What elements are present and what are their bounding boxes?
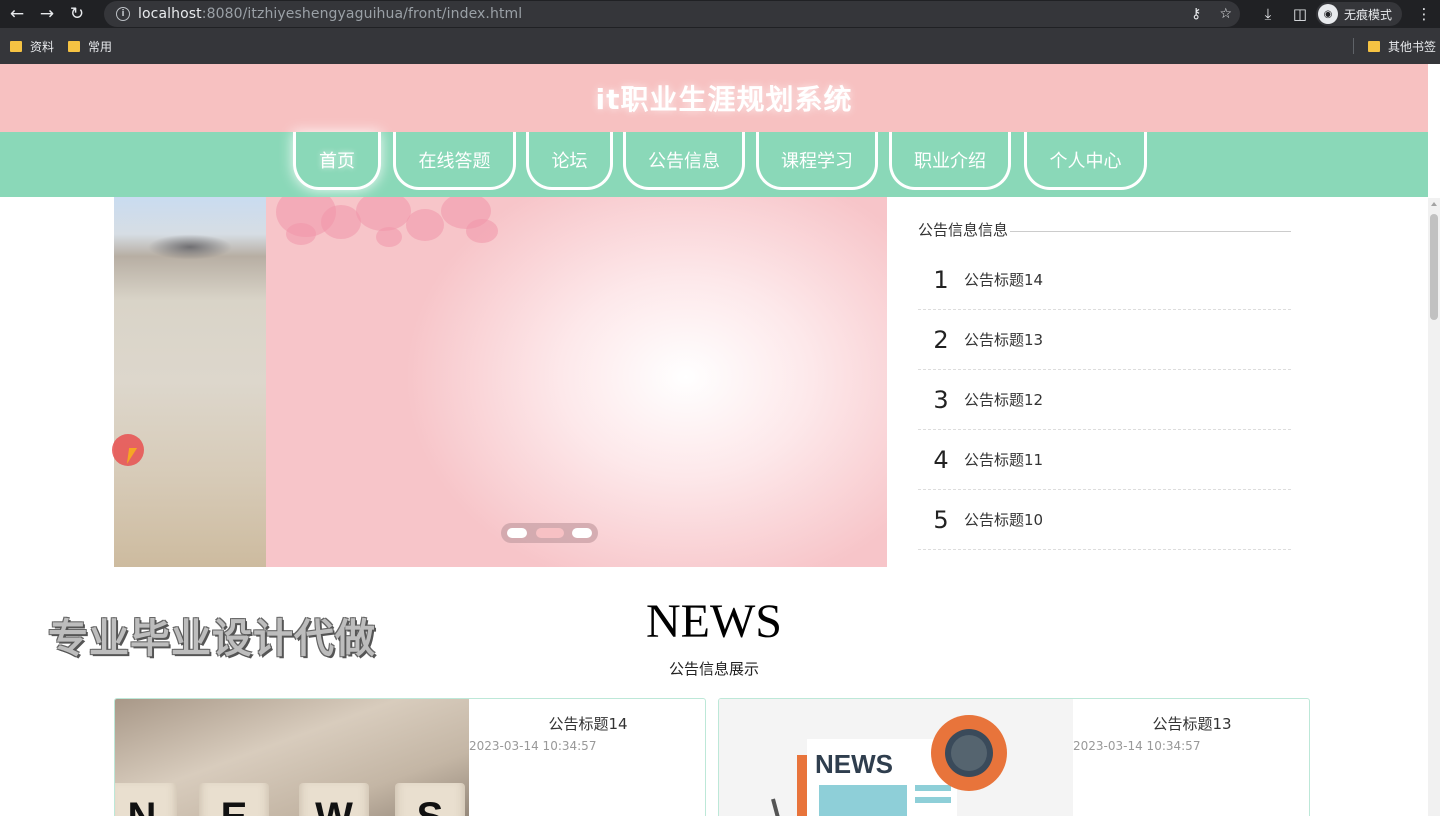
banner-slide-image bbox=[114, 197, 266, 567]
heading-divider bbox=[1010, 231, 1291, 232]
list-item[interactable]: 5 公告标题10 bbox=[918, 490, 1291, 550]
scroll-up-icon[interactable] bbox=[1431, 202, 1437, 206]
address-bar[interactable]: i localhost:8080/itzhiyeshengyaguihua/fr… bbox=[104, 1, 1240, 27]
nav-item-courses[interactable]: 课程学习 bbox=[756, 132, 878, 190]
bookmarks-bar: 资料 常用 其他书签 bbox=[0, 28, 1440, 64]
nav-item-careers[interactable]: 职业介绍 bbox=[889, 132, 1011, 190]
notice-heading: 公告信息信息 bbox=[918, 219, 1291, 240]
reload-icon[interactable]: ↻ bbox=[62, 0, 92, 28]
news-card-image[interactable]: NEWS bbox=[719, 699, 1073, 816]
nav-item-online-quiz[interactable]: 在线答题 bbox=[393, 132, 516, 190]
list-item[interactable]: 4 公告标题11 bbox=[918, 430, 1291, 490]
watermark: 专业毕业设计代做 bbox=[48, 616, 376, 662]
news-card[interactable]: NEWS 公告标题13 2023-03-14 10:34:57 bbox=[718, 698, 1310, 816]
notice-number: 5 bbox=[933, 505, 949, 534]
download-icon[interactable]: ⤓ bbox=[1252, 5, 1284, 23]
notice-number: 4 bbox=[933, 445, 949, 474]
menu-icon[interactable]: ⋮ bbox=[1408, 5, 1440, 23]
nav-item-notices[interactable]: 公告信息 bbox=[623, 132, 745, 190]
carousel-dot[interactable] bbox=[507, 528, 527, 538]
list-item[interactable]: 2 公告标题13 bbox=[918, 310, 1291, 370]
key-icon[interactable]: ⚷ bbox=[1191, 6, 1201, 22]
side-panel-icon[interactable]: ◫ bbox=[1284, 5, 1316, 23]
page-scrollbar[interactable] bbox=[1428, 198, 1440, 816]
news-card[interactable]: N E W S 公告标题14 2023-03-14 10:34:57 bbox=[114, 698, 706, 816]
list-item[interactable]: 3 公告标题12 bbox=[918, 370, 1291, 430]
carousel-dot[interactable] bbox=[572, 528, 592, 538]
notice-number: 1 bbox=[933, 265, 949, 294]
notice-title[interactable]: 公告标题14 bbox=[964, 269, 1043, 290]
url-text[interactable]: localhost:8080/itzhiyeshengyaguihua/fron… bbox=[138, 6, 522, 22]
main-nav: 首页 在线答题 论坛 公告信息 课程学习 职业介绍 个人中心 bbox=[0, 132, 1428, 197]
news-card-time: 2023-03-14 10:34:57 bbox=[1073, 739, 1201, 753]
news-card-image[interactable]: N E W S bbox=[115, 699, 469, 816]
banner-carousel[interactable] bbox=[114, 197, 887, 567]
site-header: it职业生涯规划系统 bbox=[0, 64, 1428, 132]
forward-icon[interactable]: → bbox=[32, 0, 62, 28]
notice-title[interactable]: 公告标题10 bbox=[964, 509, 1043, 530]
notice-title[interactable]: 公告标题13 bbox=[964, 329, 1043, 350]
scroll-thumb[interactable] bbox=[1430, 214, 1438, 320]
notice-title[interactable]: 公告标题11 bbox=[964, 449, 1043, 470]
bookmark-folder-ziliao[interactable]: 资料 bbox=[10, 38, 54, 55]
folder-icon bbox=[68, 40, 81, 52]
back-icon[interactable]: ← bbox=[2, 0, 32, 28]
notice-title[interactable]: 公告标题12 bbox=[964, 389, 1043, 410]
web-page: it职业生涯规划系统 首页 在线答题 论坛 公告信息 课程学习 职业介绍 个人中… bbox=[0, 64, 1428, 816]
folder-icon bbox=[10, 40, 22, 52]
bookmark-star-icon[interactable]: ☆ bbox=[1219, 6, 1232, 22]
carousel-dot[interactable] bbox=[535, 528, 564, 538]
notice-number: 2 bbox=[933, 325, 949, 354]
incognito-label: 无痕模式 bbox=[1343, 7, 1392, 22]
newspaper-text: NEWS bbox=[815, 749, 893, 779]
news-card-title[interactable]: 公告标题14 bbox=[469, 713, 705, 734]
browser-toolbar: ← → ↻ i localhost:8080/itzhiyeshengyagui… bbox=[0, 0, 1440, 28]
folder-icon bbox=[1367, 40, 1380, 52]
incognito-icon: ◉ bbox=[1317, 4, 1338, 24]
news-card-title[interactable]: 公告标题13 bbox=[1073, 713, 1309, 734]
nav-item-profile[interactable]: 个人中心 bbox=[1024, 132, 1147, 190]
banner-slide-image bbox=[266, 197, 887, 567]
other-bookmarks[interactable]: 其他书签 bbox=[1367, 28, 1436, 64]
nav-item-forum[interactable]: 论坛 bbox=[526, 132, 613, 190]
carousel-indicators bbox=[501, 523, 598, 543]
incognito-badge[interactable]: ◉ 无痕模式 bbox=[1315, 2, 1402, 26]
site-title: it职业生涯规划系统 bbox=[595, 83, 853, 116]
notice-list: 1 公告标题14 2 公告标题13 3 公告标题12 4 公告标题11 5 公告… bbox=[918, 250, 1291, 550]
bookmark-folder-changyong[interactable]: 常用 bbox=[68, 38, 112, 55]
bookmarks-divider bbox=[1353, 38, 1354, 54]
site-info-icon[interactable]: i bbox=[116, 7, 130, 21]
list-item[interactable]: 1 公告标题14 bbox=[918, 250, 1291, 310]
notice-panel: 公告信息信息 1 公告标题14 2 公告标题13 3 公告标题12 4 公告标题… bbox=[918, 219, 1291, 550]
nav-item-home[interactable]: 首页 bbox=[293, 132, 381, 190]
newspaper-icon: NEWS bbox=[771, 715, 1007, 816]
news-card-time: 2023-03-14 10:34:57 bbox=[469, 739, 597, 753]
notice-number: 3 bbox=[933, 385, 949, 414]
